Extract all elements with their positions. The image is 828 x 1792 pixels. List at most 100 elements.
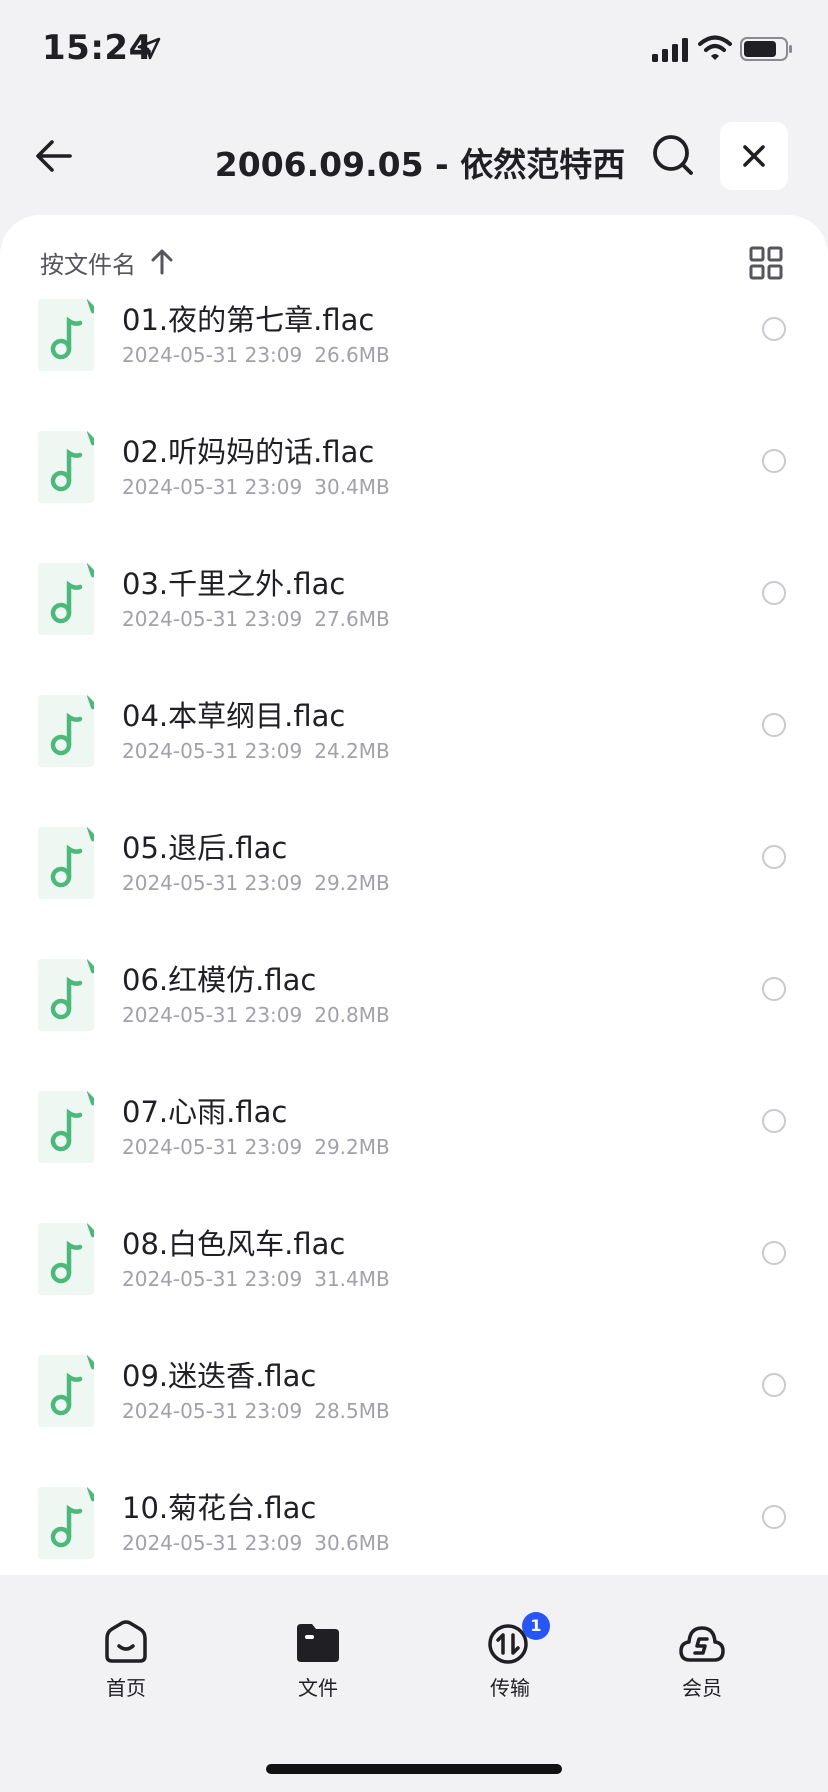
file-meta: 2024-05-31 23:09 29.2MB [122,871,390,895]
music-file-icon [38,827,94,899]
select-radio[interactable] [762,581,786,605]
tab-files-label: 文件 [298,1676,338,1700]
file-list-panel: 按文件名 01.夜的第七章.flac 2024-05-31 23:09 26.6MB… [0,215,828,1575]
search-button[interactable] [648,130,698,180]
select-radio[interactable] [762,1241,786,1265]
file-list: 01.夜的第七章.flac 2024-05-31 23:09 26.6MB 02.听妈… [0,297,828,1575]
tab-home[interactable]: 首页 [66,1620,186,1701]
file-size: 29.2MB [314,1135,390,1159]
header: 2006.09.05 - 依然范特西 [0,110,828,210]
music-file-icon [38,1223,94,1295]
file-date: 2024-05-31 23:09 [122,607,303,631]
file-name: 09.迷迭香.flac [122,1359,317,1393]
file-row[interactable]: 08.白色风车.flac 2024-05-31 23:09 31.4MB [0,1221,828,1353]
file-date: 2024-05-31 23:09 [122,1267,303,1291]
tab-transfer-label: 传输 [490,1676,530,1700]
battery-icon [740,37,792,61]
back-button[interactable] [30,132,78,180]
tab-home-label: 首页 [106,1676,146,1700]
music-file-icon [38,1487,94,1559]
location-arrow-icon [137,37,161,60]
select-radio[interactable] [762,845,786,869]
select-radio[interactable] [762,449,786,473]
file-row[interactable]: 07.心雨.flac 2024-05-31 23:09 29.2MB [0,1089,828,1221]
file-meta: 2024-05-31 23:09 31.4MB [122,1267,390,1291]
file-row[interactable]: 09.迷迭香.flac 2024-05-31 23:09 28.5MB [0,1353,828,1485]
file-meta: 2024-05-31 23:09 26.6MB [122,343,390,367]
grid-view-icon[interactable] [748,245,784,281]
home-indicator [266,1764,562,1774]
file-row[interactable]: 10.菊花台.flac 2024-05-31 23:09 30.6MB [0,1485,828,1575]
file-row[interactable]: 05.退后.flac 2024-05-31 23:09 29.2MB [0,825,828,957]
select-radio[interactable] [762,977,786,1001]
select-radio[interactable] [762,1505,786,1529]
folder-icon [297,1624,339,1662]
file-row[interactable]: 04.本草纲目.flac 2024-05-31 23:09 24.2MB [0,693,828,825]
music-file-icon [38,1355,94,1427]
back-arrow-icon [36,140,72,172]
tab-bar: 首页 文件 1 传输 会员 [0,1612,828,1720]
tab-transfer[interactable]: 1 传输 [450,1612,570,1701]
file-meta: 2024-05-31 23:09 28.5MB [122,1399,390,1423]
file-size: 30.6MB [314,1531,390,1555]
file-meta: 2024-05-31 23:09 27.6MB [122,607,390,631]
tab-files[interactable]: 文件 [258,1620,378,1701]
file-date: 2024-05-31 23:09 [122,475,303,499]
file-size: 31.4MB [314,1267,390,1291]
file-name: 01.夜的第七章.flac [122,303,375,337]
select-radio[interactable] [762,1109,786,1133]
file-name: 04.本草纲目.flac [122,699,346,733]
file-meta: 2024-05-31 23:09 29.2MB [122,1135,390,1159]
file-date: 2024-05-31 23:09 [122,739,303,763]
tab-vip[interactable]: 会员 [642,1620,762,1701]
status-bar: 15:24 [0,0,828,100]
file-size: 20.8MB [314,1003,390,1027]
file-size: 28.5MB [314,1399,390,1423]
file-meta: 2024-05-31 23:09 30.6MB [122,1531,390,1555]
file-row[interactable]: 06.红模仿.flac 2024-05-31 23:09 20.8MB [0,957,828,1089]
music-file-icon [38,563,94,635]
file-date: 2024-05-31 23:09 [122,1135,303,1159]
tab-vip-label: 会员 [682,1676,722,1700]
select-radio[interactable] [762,713,786,737]
file-row[interactable]: 02.听妈妈的话.flac 2024-05-31 23:09 30.4MB [0,429,828,561]
cellular-signal-icon [652,38,688,62]
music-file-icon [38,1091,94,1163]
wifi-icon [698,35,732,60]
file-size: 26.6MB [314,343,390,367]
close-button[interactable] [720,122,788,190]
vip-cloud-icon [679,1626,725,1662]
file-meta: 2024-05-31 23:09 30.4MB [122,475,390,499]
file-meta: 2024-05-31 23:09 20.8MB [122,1003,390,1027]
sort-label: 按文件名 [40,250,136,279]
file-name: 07.心雨.flac [122,1095,288,1129]
music-file-icon [38,431,94,503]
file-name: 05.退后.flac [122,831,288,865]
file-size: 27.6MB [314,607,390,631]
file-meta: 2024-05-31 23:09 24.2MB [122,739,390,763]
file-row[interactable]: 01.夜的第七章.flac 2024-05-31 23:09 26.6MB [0,297,828,429]
sort-control[interactable]: 按文件名 [40,245,174,279]
search-icon [653,135,693,175]
sort-ascending-icon [151,249,173,275]
file-size: 29.2MB [314,871,390,895]
transfer-count-badge: 1 [522,1612,550,1640]
file-row[interactable]: 03.千里之外.flac 2024-05-31 23:09 27.6MB [0,561,828,693]
select-radio[interactable] [762,1373,786,1397]
music-file-icon [38,959,94,1031]
file-date: 2024-05-31 23:09 [122,343,303,367]
file-date: 2024-05-31 23:09 [122,1399,303,1423]
page-title: 2006.09.05 - 依然范特西 [214,145,626,184]
file-name: 03.千里之外.flac [122,567,346,601]
music-file-icon [38,695,94,767]
home-icon [105,1620,147,1663]
file-date: 2024-05-31 23:09 [122,1531,303,1555]
music-file-icon [38,299,94,371]
close-icon [743,145,765,167]
file-size: 24.2MB [314,739,390,763]
file-name: 08.白色风车.flac [122,1227,346,1261]
file-name: 06.红模仿.flac [122,963,317,997]
file-name: 02.听妈妈的话.flac [122,435,375,469]
file-name: 10.菊花台.flac [122,1491,317,1525]
select-radio[interactable] [762,317,786,341]
